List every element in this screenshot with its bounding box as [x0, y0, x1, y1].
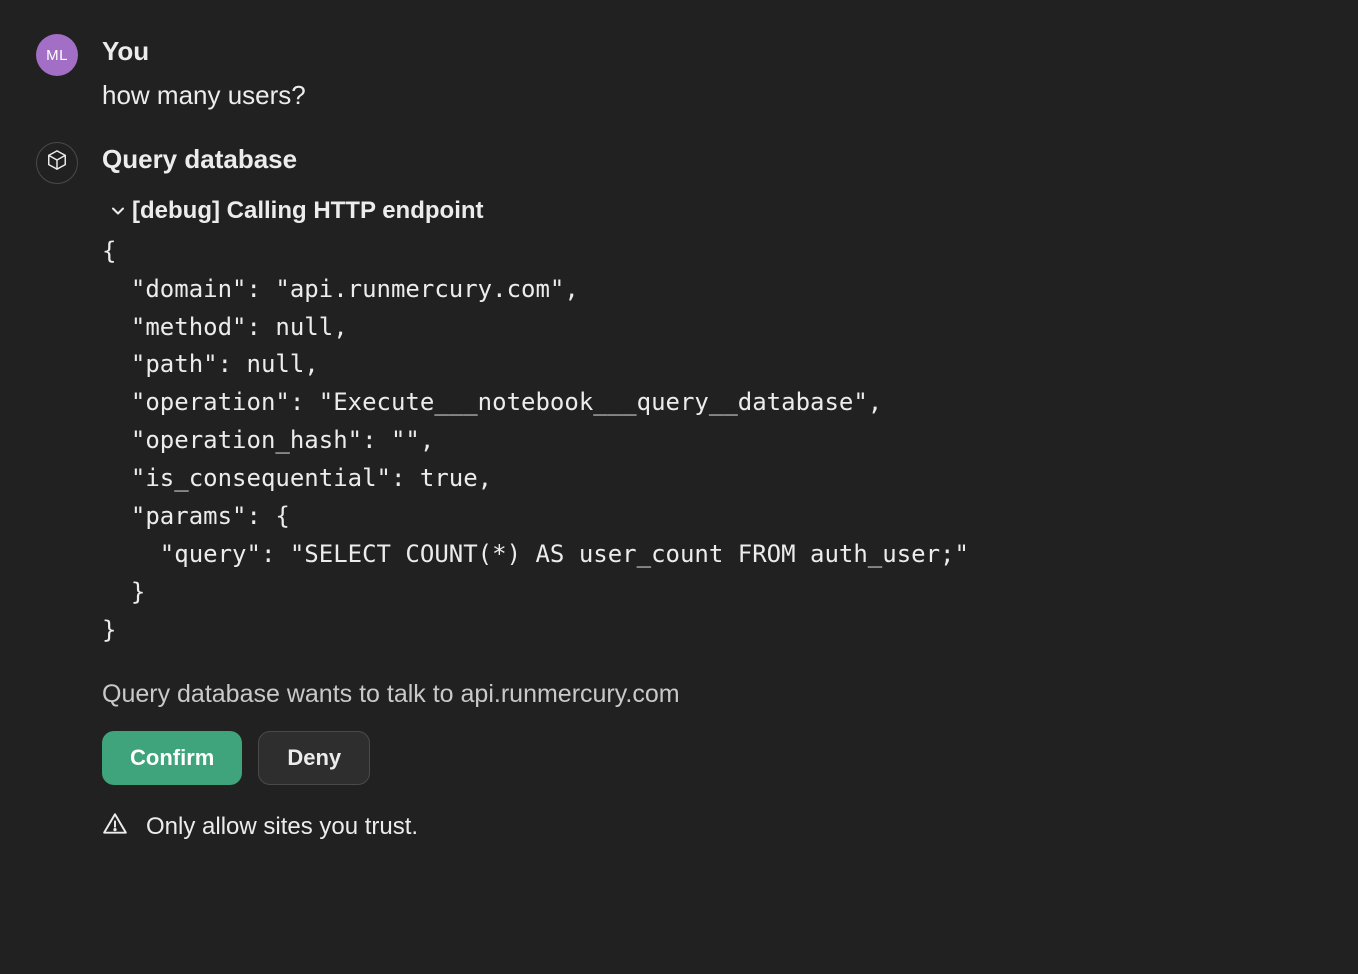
permission-text: Query database wants to talk to api.runm… [102, 680, 1322, 709]
user-message-content: You how many users? [102, 34, 1322, 114]
debug-label: [debug] Calling HTTP endpoint [132, 197, 484, 225]
user-message-text: how many users? [102, 77, 1322, 113]
user-name: You [102, 36, 1322, 67]
warning-icon [102, 811, 128, 844]
plugin-row: Query database [debug] Calling HTTP endp… [36, 142, 1322, 844]
plugin-title: Query database [102, 144, 1322, 175]
user-avatar: ML [36, 34, 78, 76]
trust-warning: Only allow sites you trust. [102, 811, 1322, 844]
avatar-initials: ML [46, 47, 68, 64]
plugin-content: Query database [debug] Calling HTTP endp… [102, 142, 1322, 844]
chevron-down-icon [108, 201, 128, 221]
cube-icon [46, 149, 68, 176]
user-message-row: ML You how many users? [36, 34, 1322, 114]
request-json-block: { "domain": "api.runmercury.com", "metho… [102, 233, 1322, 650]
debug-toggle[interactable]: [debug] Calling HTTP endpoint [108, 197, 1322, 225]
trust-text: Only allow sites you trust. [146, 813, 418, 841]
permission-buttons: Confirm Deny [102, 731, 1322, 785]
confirm-button[interactable]: Confirm [102, 731, 242, 785]
plugin-icon-circle [36, 142, 78, 184]
deny-button[interactable]: Deny [258, 731, 370, 785]
